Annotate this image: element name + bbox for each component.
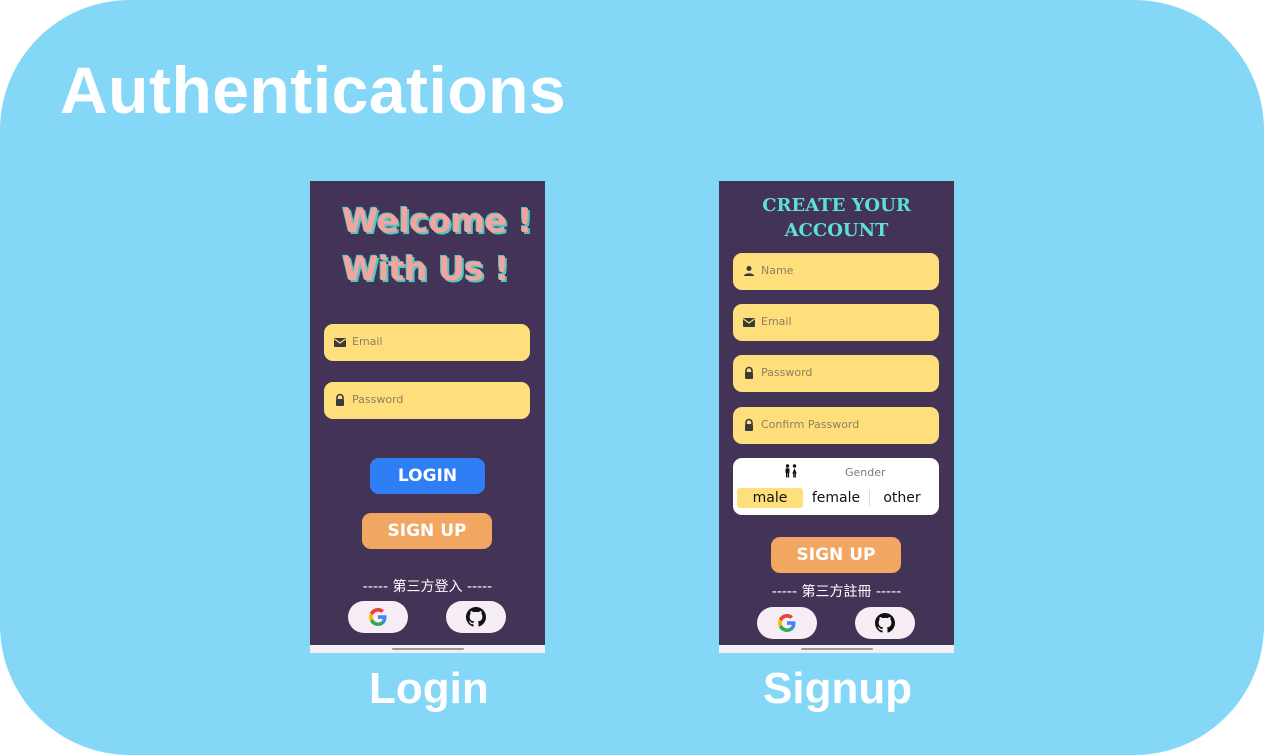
welcome-heading-line1: Welcome !	[342, 201, 532, 240]
login-password-field[interactable]: Password	[324, 382, 530, 419]
google-signup-button[interactable]	[757, 607, 817, 639]
lock-icon	[745, 366, 753, 379]
third-party-signup-divider: ----- 第三方註冊 -----	[771, 584, 902, 600]
google-icon	[369, 608, 387, 626]
nav-handle[interactable]	[391, 648, 464, 650]
signup-confirm-password-field[interactable]: Confirm Password	[733, 407, 939, 444]
signup-screen: CREATE YOUR ACCOUNT Name Email Password …	[719, 181, 954, 653]
google-icon	[778, 614, 796, 632]
signup-email-placeholder: Email	[761, 315, 792, 328]
page-title: Authentications	[60, 53, 567, 127]
email-icon	[334, 338, 346, 347]
gender-option-other[interactable]: other	[871, 488, 933, 508]
google-login-button[interactable]	[348, 601, 408, 633]
login-email-placeholder: Email	[352, 335, 383, 348]
signup-name-placeholder: Name	[761, 264, 794, 277]
create-heading-line2: ACCOUNT	[784, 220, 889, 241]
gender-icon	[785, 464, 797, 478]
gender-label: Gender	[845, 466, 886, 479]
github-signup-button[interactable]	[855, 607, 915, 639]
login-password-placeholder: Password	[352, 393, 404, 406]
third-party-login-divider: ----- 第三方登入 -----	[362, 579, 493, 595]
login-button[interactable]: LOGIN	[370, 458, 485, 494]
system-nav-bar	[719, 645, 954, 653]
github-login-button[interactable]	[446, 601, 506, 633]
gender-option-female[interactable]: female	[805, 488, 867, 508]
welcome-heading-line2: With Us !	[342, 249, 509, 288]
gender-divider	[869, 490, 870, 506]
lock-icon	[745, 418, 753, 431]
signup-confirm-placeholder: Confirm Password	[761, 418, 860, 431]
signup-email-field[interactable]: Email	[733, 304, 939, 341]
create-heading-line1: CREATE YOUR	[762, 195, 911, 216]
signup-name-field[interactable]: Name	[733, 253, 939, 290]
person-icon	[744, 266, 754, 276]
login-email-field[interactable]: Email	[324, 324, 530, 361]
signup-caption: Signup	[763, 664, 913, 713]
system-nav-bar	[310, 645, 545, 653]
signup-password-field[interactable]: Password	[733, 355, 939, 392]
gender-selector: Gender male female other	[733, 458, 939, 515]
signup-submit-button[interactable]: SIGN UP	[771, 537, 901, 573]
create-account-heading: CREATE YOUR ACCOUNT	[719, 193, 954, 243]
gender-option-male[interactable]: male	[737, 488, 803, 508]
signup-password-placeholder: Password	[761, 366, 813, 379]
lock-icon	[336, 393, 344, 406]
nav-handle[interactable]	[800, 648, 873, 650]
slide-canvas: Authentications Welcome ! With Us ! Emai…	[0, 0, 1264, 755]
signup-button[interactable]: SIGN UP	[362, 513, 492, 549]
email-icon	[743, 318, 755, 327]
github-icon	[466, 607, 486, 627]
login-caption: Login	[369, 664, 489, 713]
login-screen: Welcome ! With Us ! Email Password LOGIN…	[310, 181, 545, 653]
github-icon	[875, 613, 895, 633]
